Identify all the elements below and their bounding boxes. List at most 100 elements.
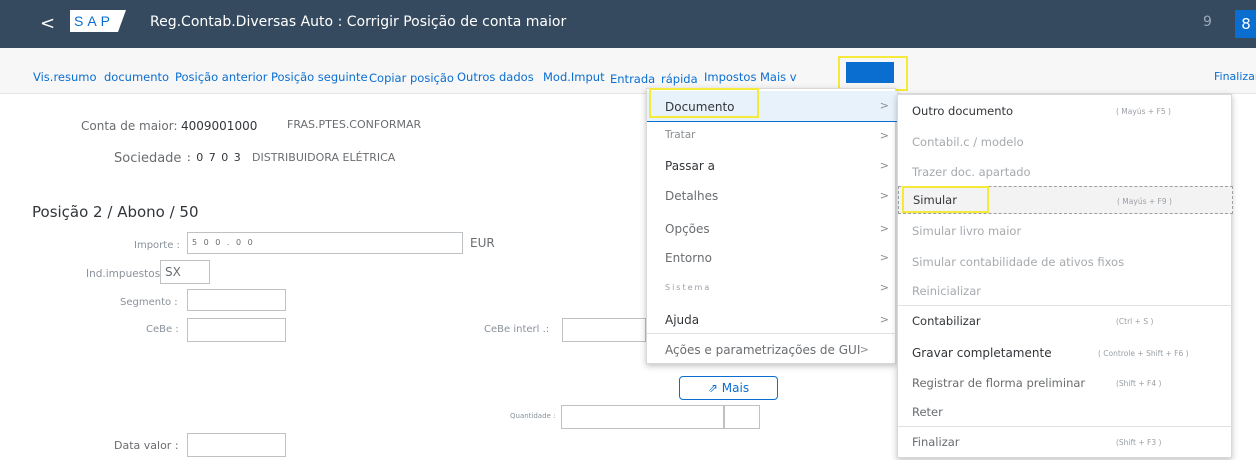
mais-label: Mais — [721, 381, 750, 395]
submenu-simular-livro-maior[interactable]: Simular livro maior — [898, 217, 1233, 245]
menu-item-label: Sistema — [665, 283, 712, 292]
chevron-right-icon: > — [879, 281, 889, 294]
shortcut-text: ( Mayús + F5 ) — [1116, 107, 1171, 116]
submenu-trazer-doc[interactable]: Trazer doc. apartado — [898, 158, 1233, 186]
expand-icon: ⇗ — [707, 381, 718, 395]
submenu-label: Simular contabilidade de ativos fixos — [912, 255, 1125, 269]
submenu-finalizar[interactable]: Finalizar (Shift + F3 ) — [898, 428, 1233, 456]
submenu-label: Gravar completamente — [912, 346, 1052, 360]
submenu-label: Registrar de florma preliminar — [912, 376, 1086, 390]
ind-impuestos-label: Ind.impuestos : — [86, 268, 168, 280]
toolbar-impostos[interactable]: Impostos — [704, 70, 756, 84]
sociedade-description: DISTRIBUIDORA ELÉTRICA — [252, 151, 396, 164]
unit-input[interactable] — [724, 405, 760, 429]
submenu-simular-ativos-fixos[interactable]: Simular contabilidade de ativos fixos — [898, 248, 1233, 276]
notification-count[interactable]: 9 — [1203, 14, 1212, 30]
toolbar-mod-imput[interactable]: Mod.Imput — [543, 70, 605, 84]
cebe-interl-label: CeBe interl .: — [484, 324, 550, 335]
toolbar-copiar-posicao[interactable]: Copiar posição — [369, 71, 454, 85]
menu-item-opcoes[interactable]: Opções > — [647, 214, 897, 244]
menu-item-label: Opções — [665, 222, 710, 236]
main-menu: Documento > Tratar > Passar a > Detalhes… — [646, 88, 897, 365]
documento-submenu: Outro documento ( Mayús + F5 ) Contabil.… — [897, 94, 1233, 458]
conta-value: 4009001000 — [181, 119, 258, 133]
menu-item-documento[interactable]: Documento > — [647, 91, 897, 121]
shortcut-text: (Shift + F4 ) — [1116, 379, 1162, 388]
section-title: Posição 2 / Abono / 50 — [32, 203, 199, 221]
chevron-right-icon: > — [879, 159, 889, 172]
shortcut-text: ( Mayús + F9 ) — [1117, 197, 1172, 206]
segmento-input[interactable] — [187, 289, 286, 311]
menu-item-acoes-gui[interactable]: Ações e parametrizações de GUI > — [647, 335, 897, 365]
menu-item-label: Ações e parametrizações de GUI — [665, 343, 861, 357]
toolbar-vis-resumo[interactable]: Vis.resumo — [33, 70, 97, 84]
menu-item-label: Documento — [665, 100, 735, 114]
chevron-right-icon: > — [879, 251, 889, 264]
menu-item-label: Entorno — [665, 251, 712, 265]
submenu-label: Reinicializar — [912, 284, 981, 298]
currency-label: EUR — [470, 236, 495, 250]
conta-description: FRAS.PTES.CONFORMAR — [287, 118, 422, 131]
menu-button[interactable] — [846, 62, 894, 83]
ind-impuestos-input[interactable]: SX — [160, 260, 210, 284]
importe-label: Importe : — [134, 240, 180, 251]
toolbar-mais-dropdown[interactable]: Mais v — [760, 70, 797, 84]
chevron-right-icon: > — [879, 99, 889, 112]
toolbar-entrada[interactable]: Entrada — [610, 72, 655, 86]
sociedade-label: Sociedade — [114, 151, 182, 166]
shortcut-text: (Shift + F3 ) — [1116, 438, 1162, 447]
cebe-input[interactable] — [187, 318, 286, 342]
shortcut-text: ( Controle + Shift + F6 ) — [1098, 349, 1189, 358]
menu-item-label: Ajuda — [665, 313, 700, 327]
mais-button[interactable]: ⇗ Mais — [679, 376, 778, 400]
menu-item-tratar[interactable]: Tratar > — [647, 121, 897, 151]
cebe-interl-input[interactable] — [562, 318, 646, 342]
toolbar-documento[interactable]: documento — [104, 70, 169, 84]
menu-item-label: Detalhes — [665, 189, 719, 203]
sociedade-value: : 0 7 0 3 — [187, 151, 242, 164]
submenu-outro-documento[interactable]: Outro documento ( Mayús + F5 ) — [898, 97, 1233, 125]
segmento-label: Segmento : — [120, 297, 178, 308]
submenu-label: Outro documento — [912, 104, 1014, 118]
quantidade-input[interactable] — [561, 405, 724, 429]
toolbar-rapida[interactable]: rápida — [661, 72, 698, 86]
submenu-reter[interactable]: Reter — [898, 398, 1233, 426]
chevron-right-icon: > — [879, 129, 889, 142]
data-valor-label: Data valor : — [114, 439, 179, 452]
submenu-contabilizar[interactable]: Contabilizar (Ctrl + S ) — [898, 307, 1233, 335]
back-button[interactable]: < — [40, 13, 55, 34]
toolbar-posicao-seguinte[interactable]: Posição seguinte — [271, 70, 368, 84]
submenu-label: Contabilizar — [912, 314, 981, 328]
cebe-label: CeBe : — [146, 324, 179, 335]
toolbar-outros-dados[interactable]: Outros dados — [457, 70, 534, 84]
shell-bar: < SAP Reg.Contab.Diversas Auto : Corrigi… — [0, 0, 1256, 48]
menu-item-passar-a[interactable]: Passar a > — [647, 151, 897, 181]
submenu-label: Reter — [912, 405, 943, 419]
menu-item-label: Passar a — [665, 159, 716, 173]
quantidade-label: Quantidade : — [510, 412, 556, 420]
data-valor-input[interactable] — [187, 433, 286, 457]
submenu-label: Trazer doc. apartado — [912, 165, 1031, 179]
submenu-label: Simular livro maior — [912, 224, 1022, 238]
submenu-gravar-completamente[interactable]: Gravar completamente ( Controle + Shift … — [898, 339, 1233, 367]
menu-item-label: Tratar — [665, 129, 696, 141]
menu-item-entorno[interactable]: Entorno > — [647, 243, 897, 273]
menu-item-sistema[interactable]: Sistema > — [647, 273, 897, 303]
submenu-label: Simular — [913, 193, 957, 207]
shortcut-text: (Ctrl + S ) — [1116, 317, 1154, 326]
user-badge[interactable]: 8 — [1235, 10, 1256, 38]
chevron-right-icon: > — [859, 343, 869, 356]
submenu-simular[interactable]: Simular ( Mayús + F9 ) — [898, 186, 1233, 214]
submenu-reinicializar[interactable]: Reinicializar — [898, 277, 1233, 305]
chevron-right-icon: > — [879, 222, 889, 235]
menu-item-ajuda[interactable]: Ajuda > — [647, 305, 897, 335]
toolbar-finalizar[interactable]: Finalizar — [1214, 70, 1256, 83]
conta-label: Conta de maior: — [81, 119, 178, 133]
submenu-registrar-preliminar[interactable]: Registrar de florma preliminar (Shift + … — [898, 369, 1233, 397]
page-title: Reg.Contab.Diversas Auto : Corrigir Posi… — [150, 14, 567, 30]
importe-input[interactable]: 5 0 0 . 0 0 — [187, 232, 463, 254]
menu-item-detalhes[interactable]: Detalhes > — [647, 181, 897, 211]
toolbar-posicao-anterior[interactable]: Posição anterior — [175, 70, 267, 84]
submenu-contabil-modelo[interactable]: Contabil.c / modelo — [898, 128, 1233, 156]
chevron-right-icon: > — [879, 313, 889, 326]
